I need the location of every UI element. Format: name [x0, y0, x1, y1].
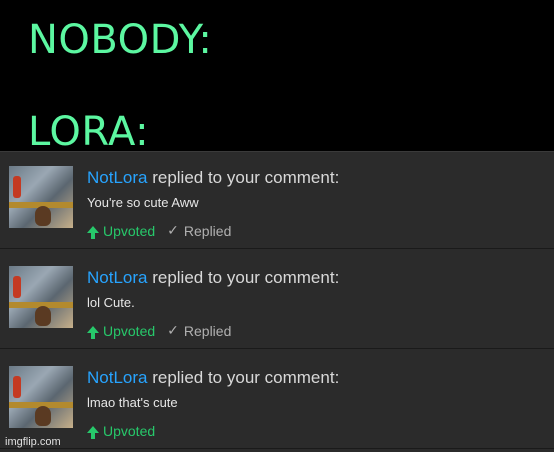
avatar[interactable]: [9, 266, 73, 328]
notification-actions: Upvoted ✓ Replied: [87, 223, 231, 239]
notification-action-text: replied to your comment:: [147, 368, 340, 387]
notification-header: NotLora replied to your comment:: [87, 268, 339, 288]
upvote-arrow-icon: [87, 225, 99, 239]
notification-action-text: replied to your comment:: [147, 268, 340, 287]
avatar[interactable]: [9, 366, 73, 428]
upvoted-button[interactable]: Upvoted: [87, 423, 155, 439]
caption-nobody: NOBODY:: [28, 17, 213, 63]
upvoted-button[interactable]: Upvoted: [87, 323, 155, 339]
username-link[interactable]: NotLora: [87, 168, 147, 187]
username-link[interactable]: NotLora: [87, 268, 147, 287]
caption-lora: LORA:: [28, 109, 150, 155]
checkmark-icon: ✓: [167, 223, 179, 239]
upvote-arrow-icon: [87, 325, 99, 339]
notification-actions: Upvoted: [87, 423, 155, 439]
avatar[interactable]: [9, 166, 73, 228]
replied-label: Replied: [183, 323, 232, 339]
checkmark-icon: ✓: [167, 323, 179, 339]
notifications-panel: NotLora replied to your comment: You're …: [0, 151, 554, 452]
notification-header: NotLora replied to your comment:: [87, 168, 339, 188]
notification-item[interactable]: NotLora replied to your comment: You're …: [0, 152, 554, 249]
notification-action-text: replied to your comment:: [147, 168, 340, 187]
reply-message[interactable]: You're so cute Aww: [87, 195, 199, 210]
username-link[interactable]: NotLora: [87, 368, 147, 387]
upvoted-button[interactable]: Upvoted: [87, 223, 155, 239]
upvoted-label: Upvoted: [103, 323, 156, 339]
notification-header: NotLora replied to your comment:: [87, 368, 339, 388]
upvoted-label: Upvoted: [103, 223, 156, 239]
watermark: imgflip.com: [5, 436, 61, 448]
reply-message[interactable]: lmao that's cute: [87, 395, 178, 410]
replied-button[interactable]: ✓ Replied: [167, 323, 231, 339]
notification-actions: Upvoted ✓ Replied: [87, 323, 231, 339]
replied-button[interactable]: ✓ Replied: [167, 223, 231, 239]
upvote-arrow-icon: [87, 425, 99, 439]
reply-message[interactable]: lol Cute.: [87, 295, 135, 310]
upvoted-label: Upvoted: [103, 423, 156, 439]
notification-item[interactable]: NotLora replied to your comment: lmao th…: [0, 352, 554, 449]
notification-item[interactable]: NotLora replied to your comment: lol Cut…: [0, 252, 554, 349]
replied-label: Replied: [183, 223, 232, 239]
